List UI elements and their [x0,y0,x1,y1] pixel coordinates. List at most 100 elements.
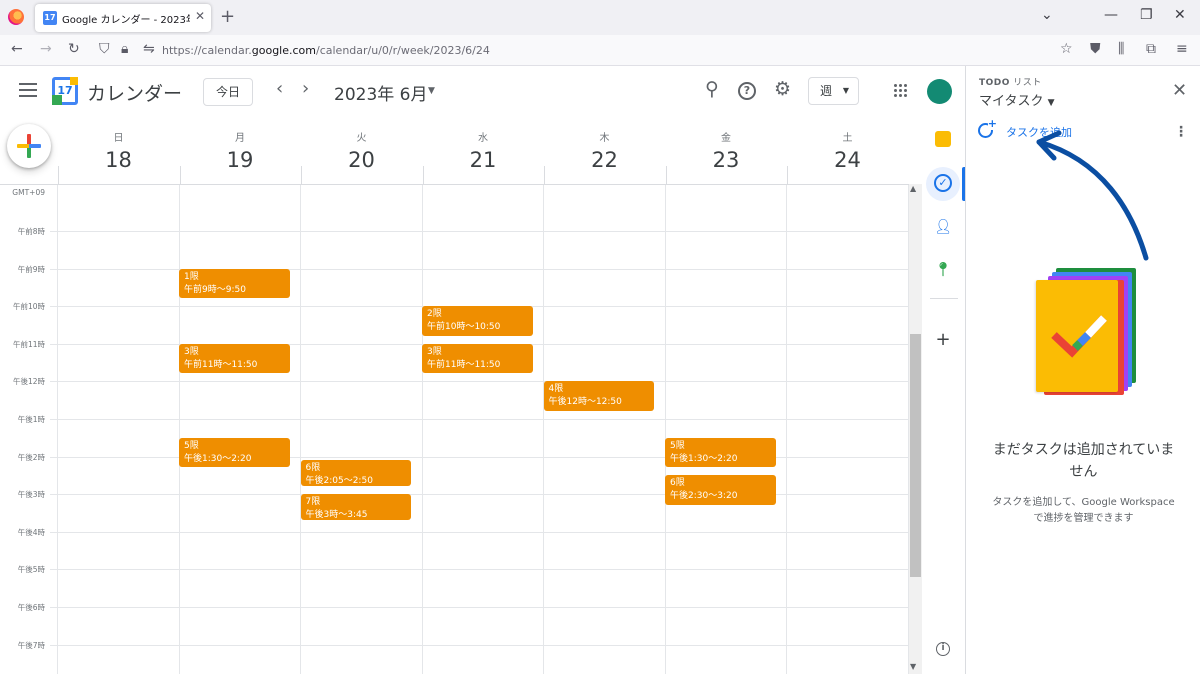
day-header[interactable]: 金 23 [665,118,787,184]
day-header[interactable]: 木 22 [544,118,665,184]
hour-label: 午前9時 [17,264,45,274]
day-of-week: 月 [235,133,245,144]
browser-tab[interactable]: 17 Google カレンダー - 2023年 6月 1 ✕ [35,4,211,32]
reload-icon[interactable]: ↻ [68,41,80,57]
day-header[interactable]: 日 18 [58,118,179,184]
library-icon[interactable]: ⫼ [1118,41,1124,57]
account-avatar[interactable] [927,79,952,104]
today-button[interactable]: 今日 [203,78,253,106]
close-window-icon[interactable]: ✕ [1174,7,1186,23]
google-apps-icon[interactable] [894,84,908,98]
url-bar[interactable]: https://calendar.google.com/calendar/u/0… [162,44,490,57]
calendar-event[interactable]: 3限 午前11時～11:50 [422,343,533,374]
calendar-event[interactable]: 3限 午前11時～11:50 [179,343,290,374]
calendar-event[interactable]: 6限 午後2:05～2:50 [300,459,411,486]
day-column-divider [57,185,58,674]
info-icon[interactable]: i [936,642,950,656]
day-header[interactable]: 月 19 [179,118,301,184]
bookmark-star-icon[interactable]: ☆ [1060,41,1073,57]
day-of-week: 火 [356,133,367,144]
forward-icon[interactable]: → [40,41,52,57]
event-title: 3限 [184,346,199,357]
week-grid[interactable]: GMT+09 午前8時 午前9時 午前10時 午前11時 午後12時 午後1時 午後2時 午後… [0,184,909,674]
settings-gear-icon[interactable]: ⚙ [774,78,791,100]
main-menu-icon[interactable] [19,83,37,97]
scroll-down-icon[interactable]: ▼ [910,662,916,671]
shield-icon[interactable]: ⛉ [99,41,110,57]
add-task-icon[interactable] [978,117,997,138]
app-menu-icon[interactable]: ≡ [1176,41,1188,57]
day-number[interactable]: 23 [666,148,787,172]
get-addons-icon[interactable]: + [933,330,953,350]
scroll-up-icon[interactable]: ▲ [910,184,916,193]
calendar-app: 17 カレンダー 今日 ‹ › 2023年 6月 ▼ ⚲ ? ⚙ 週 ▼ 日 18… [0,66,965,674]
day-number[interactable]: 19 [180,148,301,172]
more-options-icon[interactable]: ⋮ [1174,124,1188,140]
close-panel-icon[interactable]: ✕ [1172,80,1187,101]
create-button[interactable] [7,124,51,168]
hour-label: 午前10時 [12,302,45,312]
day-number[interactable]: 21 [423,148,544,172]
hour-label: 午前8時 [17,227,45,236]
day-header[interactable]: 土 24 [787,118,908,184]
extensions-icon[interactable]: ⧉ [1146,41,1156,57]
calendar-event[interactable]: 5限 午後1:30～2:20 [179,437,290,468]
hour-label: 午後7時 [17,640,45,650]
maps-icon[interactable]: 📍︎ [933,260,953,280]
day-divider [422,166,424,184]
current-month-label[interactable]: 2023年 6月 [334,80,427,105]
back-icon[interactable]: ← [11,41,23,57]
restore-icon[interactable]: ❐ [1140,7,1153,23]
calendar-event[interactable]: 1限 午前9時～9:50 [179,268,290,298]
list-dropdown-icon: ▼ [1047,98,1055,108]
view-selector[interactable]: 週 ▼ [808,77,859,105]
calendar-event[interactable]: 2限 午前10時～10:50 [422,306,533,336]
day-number[interactable]: 18 [58,148,179,172]
pocket-icon[interactable]: ⛊ [1090,41,1101,57]
timezone-label: GMT+09 [12,188,45,197]
calendar-event[interactable]: 4限 午後12時～12:50 [543,381,654,411]
day-number[interactable]: 24 [787,148,908,172]
hour-label: 午前11時 [12,339,45,349]
calendar-event[interactable]: 7限 午後3時～3:45 [300,494,411,521]
day-of-week: 土 [842,133,853,144]
tasks-icon[interactable]: ✓ [934,174,952,192]
annotation-arrow-icon [1036,130,1149,261]
month-dropdown-icon[interactable]: ▼ [428,86,435,96]
week-day-header: 日 18 月 19 火 20 水 21 木 22 金 23 土 24 [58,118,909,184]
hour-label: 午後3時 [17,490,45,500]
day-number[interactable]: 20 [301,148,422,172]
minimize-icon[interactable]: — [1104,7,1118,23]
tab-list-icon[interactable]: ⌄ [1041,7,1053,23]
sidebar-divider [930,298,958,299]
contacts-icon[interactable]: 👤︎ [933,217,953,237]
lock-icon[interactable]: 🔒︎ [121,41,128,57]
event-time: 午後1:30～2:20 [184,453,252,464]
calendar-event[interactable]: 5限 午後1:30～2:20 [665,437,776,468]
permissions-icon[interactable]: ⇋ [143,41,155,57]
event-time: 午前9時～9:50 [184,284,246,295]
help-icon[interactable]: ? [738,82,756,100]
scrollbar-thumb[interactable] [910,334,921,577]
task-list-selector[interactable]: マイタスク ▼ [979,90,1055,109]
calendar-event[interactable]: 6限 午後2:30～3:20 [665,475,776,505]
hour-label: 午後5時 [17,565,45,575]
day-header[interactable]: 水 21 [422,118,544,184]
event-title: 7限 [305,497,321,508]
event-time: 午後2:30～3:20 [670,491,738,502]
browser-nav-bar: ← → ↻ ⛉ 🔒︎ ⇋ https://calendar.google.com… [0,35,1200,66]
firefox-menu-icon[interactable] [8,9,24,25]
previous-week-icon[interactable]: ‹ [276,78,283,99]
search-icon[interactable]: ⚲ [705,78,719,100]
calendar-favicon-icon: 17 [43,11,57,25]
event-title: 1限 [184,271,199,282]
hour-label: 午後1時 [17,415,45,424]
keep-icon[interactable] [935,131,951,147]
next-week-icon[interactable]: › [302,78,309,99]
day-header[interactable]: 火 20 [301,118,422,184]
day-number[interactable]: 22 [544,148,665,172]
event-title: 5限 [184,440,199,451]
event-title: 4限 [548,384,564,395]
close-tab-icon[interactable]: ✕ [195,9,205,23]
new-tab-button[interactable]: + [220,6,235,27]
